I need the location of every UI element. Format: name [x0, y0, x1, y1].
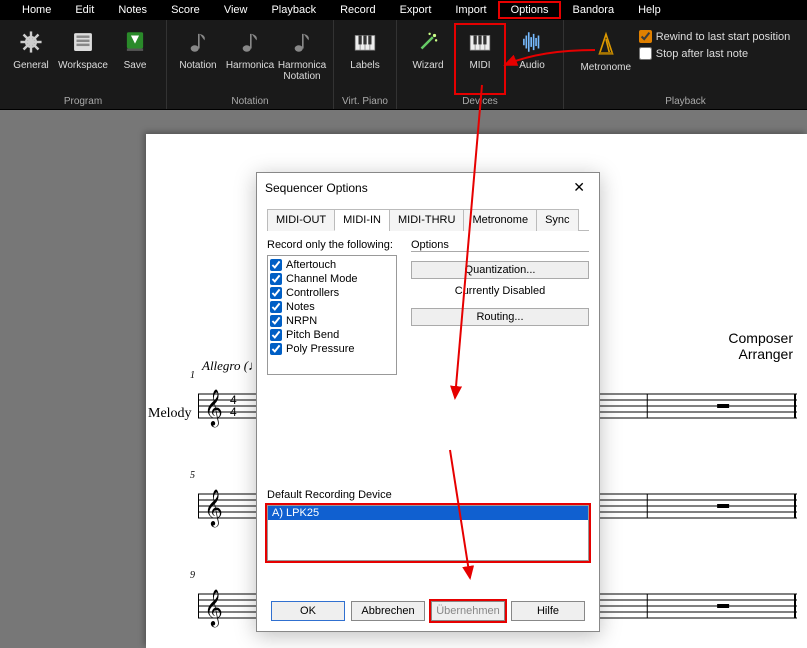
wand-icon: [414, 28, 442, 56]
routing-button[interactable]: Routing...: [411, 308, 589, 326]
ribbon-workspace[interactable]: Workspace: [58, 24, 108, 94]
group-label: Notation: [231, 94, 268, 107]
checkbox[interactable]: [639, 47, 652, 60]
checkbox[interactable]: [270, 315, 282, 327]
record-item[interactable]: Controllers: [270, 286, 394, 300]
note-icon: [184, 28, 212, 56]
ribbon-audio[interactable]: Audio: [507, 24, 557, 94]
checkbox[interactable]: [270, 329, 282, 341]
device-item[interactable]: A) LPK25: [268, 506, 588, 520]
track-label: Melody: [148, 406, 192, 422]
bar-number: 9: [190, 570, 195, 581]
dialog-titlebar: Sequencer Options ✕: [257, 173, 599, 202]
tab-sync[interactable]: Sync: [536, 209, 578, 231]
note-icon: [288, 28, 316, 56]
ribbon-group-program: GeneralWorkspaceSave Program: [0, 20, 167, 109]
record-item[interactable]: Poly Pressure: [270, 342, 394, 356]
audio-icon: [518, 28, 546, 56]
menu-export[interactable]: Export: [388, 2, 444, 18]
ribbon-save[interactable]: Save: [110, 24, 160, 94]
svg-text:4: 4: [230, 405, 237, 419]
svg-text:𝄞: 𝄞: [204, 389, 223, 427]
menu-help[interactable]: Help: [626, 2, 673, 18]
ribbon-group-virtpiano: Labels Virt. Piano: [334, 20, 397, 109]
bar-number: 1: [190, 370, 195, 381]
sequencer-options-dialog: Sequencer Options ✕ MIDI-OUTMIDI-INMIDI-…: [256, 172, 600, 632]
menu-bandora[interactable]: Bandora: [560, 2, 626, 18]
dialog-title-text: Sequencer Options: [265, 181, 368, 195]
group-label: Virt. Piano: [342, 94, 388, 107]
apply-button[interactable]: Übernehmen: [431, 601, 505, 621]
record-item[interactable]: Channel Mode: [270, 272, 394, 286]
menu-home[interactable]: Home: [10, 2, 63, 18]
options-header: Options: [411, 239, 589, 252]
ribbon-metronome[interactable]: Metronome: [581, 26, 631, 94]
tab-midi-in[interactable]: MIDI-IN: [334, 209, 390, 231]
dialog-button-row: OK Abbrechen Übernehmen Hilfe: [267, 601, 589, 621]
record-item[interactable]: Notes: [270, 300, 394, 314]
record-filter-listbox[interactable]: AftertouchChannel ModeControllersNotesNR…: [267, 255, 397, 375]
composer-text: Composer: [728, 330, 793, 346]
svg-text:𝄞: 𝄞: [204, 489, 223, 527]
quantization-status: Currently Disabled: [411, 285, 589, 297]
piano-icon: [466, 28, 494, 56]
menu-score[interactable]: Score: [159, 2, 212, 18]
ribbon-group-playback: Metronome Rewind to last start position S…: [564, 20, 807, 109]
tab-midi-thru[interactable]: MIDI-THRU: [389, 209, 464, 231]
checkbox[interactable]: [639, 30, 652, 43]
credits: Composer Arranger: [728, 330, 793, 362]
checkbox[interactable]: [270, 343, 282, 355]
ok-button[interactable]: OK: [271, 601, 345, 621]
menu-import[interactable]: Import: [443, 2, 498, 18]
playback-check[interactable]: Stop after last note: [639, 47, 791, 60]
workspace-icon: [69, 28, 97, 56]
group-label: Program: [64, 94, 102, 107]
menu-playback[interactable]: Playback: [259, 2, 328, 18]
help-button[interactable]: Hilfe: [511, 601, 585, 621]
checkbox[interactable]: [270, 259, 282, 271]
ribbon-midi[interactable]: MIDI: [455, 24, 505, 94]
ribbon-notation[interactable]: Notation: [173, 24, 223, 94]
group-label: Playback: [665, 94, 706, 107]
cancel-button[interactable]: Abbrechen: [351, 601, 425, 621]
dialog-tabs: MIDI-OUTMIDI-INMIDI-THRUMetronomeSync: [267, 208, 589, 231]
svg-text:𝄞: 𝄞: [204, 589, 223, 627]
record-item[interactable]: Aftertouch: [270, 258, 394, 272]
playback-check[interactable]: Rewind to last start position: [639, 30, 791, 43]
menu-edit[interactable]: Edit: [63, 2, 106, 18]
close-icon[interactable]: ✕: [567, 179, 591, 196]
bar-number: 5: [190, 470, 195, 481]
ribbon: GeneralWorkspaceSave Program NotationHar…: [0, 20, 807, 110]
ribbon-labels[interactable]: Labels: [340, 24, 390, 94]
checkbox[interactable]: [270, 273, 282, 285]
save-icon: [121, 28, 149, 56]
menu-notes[interactable]: Notes: [106, 2, 159, 18]
piano-icon: [351, 28, 379, 56]
menu-view[interactable]: View: [212, 2, 260, 18]
menubar: HomeEditNotesScoreViewPlaybackRecordExpo…: [0, 0, 807, 20]
metronome-icon: [592, 30, 620, 58]
checkbox[interactable]: [270, 287, 282, 299]
menu-record[interactable]: Record: [328, 2, 387, 18]
note-icon: [236, 28, 264, 56]
menu-options[interactable]: Options: [499, 2, 561, 18]
checkbox[interactable]: [270, 301, 282, 313]
default-device-listbox[interactable]: A) LPK25: [267, 505, 589, 561]
record-item[interactable]: NRPN: [270, 314, 394, 328]
record-only-label: Record only the following:: [267, 239, 397, 251]
tab-metronome[interactable]: Metronome: [463, 209, 537, 231]
ribbon-group-notation: NotationHarmonicaHarmonica Notation Nota…: [167, 20, 334, 109]
ribbon-harmonica[interactable]: Harmonica: [225, 24, 275, 94]
arranger-text: Arranger: [728, 346, 793, 362]
group-label: Devices: [462, 94, 498, 107]
quantization-button[interactable]: Quantization...: [411, 261, 589, 279]
gear-icon: [17, 28, 45, 56]
ribbon-harmonica-notation[interactable]: Harmonica Notation: [277, 24, 327, 94]
ribbon-group-devices: WizardMIDIAudio Devices: [397, 20, 564, 109]
ribbon-general[interactable]: General: [6, 24, 56, 94]
tab-midi-out[interactable]: MIDI-OUT: [267, 209, 335, 231]
default-device-label: Default Recording Device: [267, 489, 589, 501]
record-item[interactable]: Pitch Bend: [270, 328, 394, 342]
ribbon-wizard[interactable]: Wizard: [403, 24, 453, 94]
